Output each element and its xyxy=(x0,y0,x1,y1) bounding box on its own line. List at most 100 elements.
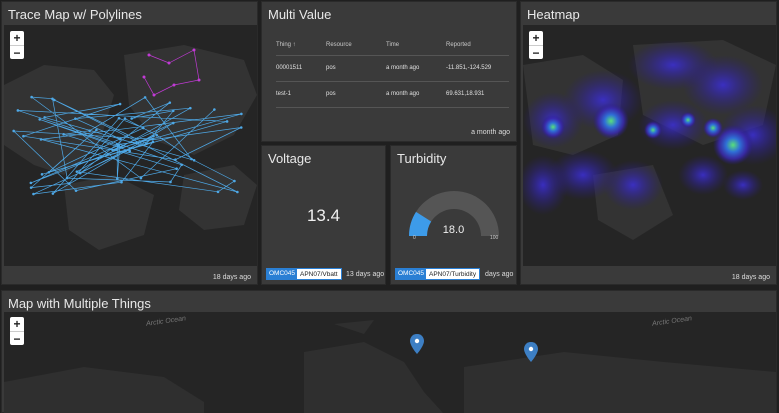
table-row[interactable]: 00001511 pos a month ago -11.851,-124.52… xyxy=(276,55,509,82)
trace-map-title: Trace Map w/ Polylines xyxy=(8,7,142,22)
zoom-out-button[interactable]: − xyxy=(10,331,24,346)
cell-reported: -11.851,-124.529 xyxy=(446,55,509,82)
trace-point xyxy=(233,179,236,183)
voltage-title: Voltage xyxy=(268,151,312,166)
cell-reported: 69.631,18.931 xyxy=(446,81,509,108)
turbidity-thing-tag[interactable]: OMC045 xyxy=(395,268,428,280)
trace-point xyxy=(151,137,154,141)
column-header-resource[interactable]: Resource xyxy=(326,35,386,56)
trace-point xyxy=(225,120,229,123)
multi-value-table: Thing ↑ Resource Time Reported 00001511 … xyxy=(276,35,509,108)
marker-dot xyxy=(528,346,534,352)
multi-things-zoom-control: + − xyxy=(10,317,24,346)
multi-value-updated: a month ago xyxy=(471,129,510,136)
voltage-panel: Voltage 13.4 xyxy=(261,145,386,285)
zoom-in-button[interactable]: + xyxy=(10,317,24,331)
landmass xyxy=(334,320,374,334)
trace-point xyxy=(65,176,69,180)
trace-point xyxy=(141,126,145,130)
trace-map-panel: Trace Map w/ Polylines + − 18 days ago xyxy=(1,1,258,285)
trace-point xyxy=(192,158,196,162)
zoom-out-button[interactable]: − xyxy=(529,45,543,60)
gauge-max-label: 100 xyxy=(490,235,499,241)
trace-point xyxy=(143,96,147,99)
trace-point xyxy=(62,133,65,136)
trace-point xyxy=(51,97,54,101)
heatmap-title: Heatmap xyxy=(527,7,580,22)
trace-point xyxy=(78,171,82,175)
turbidity-resource-tag[interactable]: APN07/Turbidity xyxy=(425,268,481,280)
marker-pin xyxy=(410,334,424,354)
trace-point xyxy=(74,117,77,120)
cell-thing: 00001511 xyxy=(276,55,326,82)
column-header-reported[interactable]: Reported xyxy=(446,35,509,56)
voltage-updated: 13 days ago xyxy=(346,271,385,278)
trace-point xyxy=(43,116,46,119)
trace-point xyxy=(189,106,192,110)
trace-point xyxy=(128,149,131,153)
trace-point xyxy=(180,163,183,167)
trace-point xyxy=(88,129,91,133)
trace-point xyxy=(171,121,175,125)
gauge-min-label: 0 xyxy=(413,235,416,241)
zoom-in-button[interactable]: + xyxy=(10,31,24,45)
trace-point xyxy=(47,170,51,174)
zoom-out-button[interactable]: − xyxy=(10,45,24,60)
trace-point-secondary xyxy=(142,75,146,79)
trace-point xyxy=(123,117,127,120)
voltage-thing-tag[interactable]: OMC045 xyxy=(266,268,299,280)
cell-resource: pos xyxy=(326,81,386,108)
heatmap-canvas xyxy=(523,40,776,240)
marker-dot xyxy=(414,338,420,344)
heatmap-map[interactable]: + − xyxy=(523,25,776,266)
trace-point-secondary xyxy=(192,48,196,52)
landmass xyxy=(179,165,257,230)
column-header-time[interactable]: Time xyxy=(386,35,446,56)
trace-map-updated: 18 days ago xyxy=(212,274,251,281)
voltage-resource-tag[interactable]: APN07/Vbatt xyxy=(296,268,342,280)
trace-point xyxy=(139,176,143,180)
landmass xyxy=(464,352,776,413)
trace-point xyxy=(32,192,35,196)
trace-point xyxy=(152,134,155,138)
heatmap-panel: Heatmap + − 18 days ago xyxy=(520,1,777,285)
trace-point xyxy=(67,182,71,185)
multi-things-canvas xyxy=(4,320,776,413)
trace-point xyxy=(16,109,20,112)
landmass xyxy=(4,367,204,413)
trace-point xyxy=(190,157,193,161)
cell-thing: test-1 xyxy=(276,81,326,108)
column-header-thing[interactable]: Thing ↑ xyxy=(276,35,326,56)
trace-point xyxy=(216,190,220,194)
trace-point xyxy=(236,190,239,194)
trace-point xyxy=(116,177,119,181)
turbidity-updated: days ago xyxy=(485,271,514,278)
cell-resource: pos xyxy=(326,55,386,82)
trace-point xyxy=(74,189,78,192)
turbidity-gauge xyxy=(409,191,499,236)
landmass xyxy=(64,175,154,250)
trace-point xyxy=(169,180,172,184)
trace-zoom-control: + − xyxy=(10,31,24,60)
trace-point-secondary xyxy=(172,83,176,87)
trace-point xyxy=(51,192,55,195)
multi-value-title: Multi Value xyxy=(268,7,332,22)
trace-point xyxy=(240,112,243,116)
trace-point xyxy=(145,142,148,146)
trace-point xyxy=(175,167,178,171)
trace-point xyxy=(38,118,42,121)
trace-point xyxy=(155,133,159,137)
trace-point xyxy=(174,158,177,161)
trace-point xyxy=(151,140,155,144)
trace-point xyxy=(95,128,98,132)
table-row[interactable]: test-1 pos a month ago 69.631,18.931 xyxy=(276,81,509,108)
zoom-in-button[interactable]: + xyxy=(529,31,543,45)
multi-things-map[interactable]: Arctic Ocean Arctic Ocean + − xyxy=(4,312,776,413)
trace-point xyxy=(111,148,114,152)
trace-point-secondary xyxy=(167,61,171,65)
trace-point xyxy=(213,108,216,111)
trace-point-secondary xyxy=(147,53,151,57)
trace-map[interactable]: + − xyxy=(4,25,257,266)
multi-things-title: Map with Multiple Things xyxy=(8,296,151,311)
trace-point xyxy=(29,186,33,189)
